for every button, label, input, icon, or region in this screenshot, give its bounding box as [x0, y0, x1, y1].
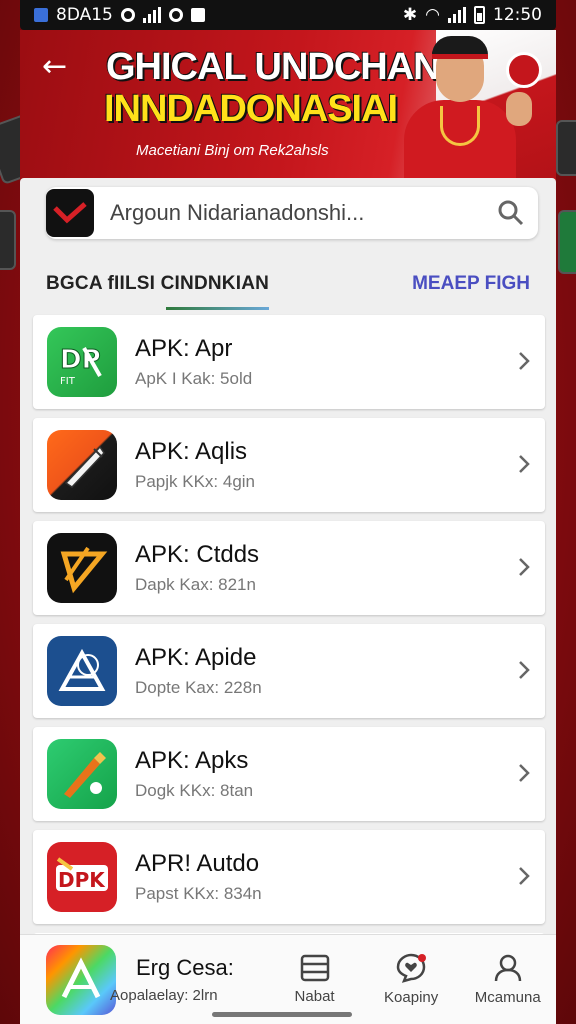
chevron-right-icon: [519, 764, 530, 782]
banner-title-line2: INNDADONASIAI: [104, 88, 398, 130]
dpk-app-icon: DPK: [47, 842, 117, 912]
svg-text:FIT: FIT: [60, 376, 76, 387]
main-panel: BGCA fIILSI CINDNKIAN MEAEP FIGH DPFIT A…: [20, 178, 556, 1024]
app-logo-icon: [46, 189, 94, 237]
wifi-icon: ◠: [425, 5, 440, 25]
list-item[interactable]: APK: Ctdds Dapk Kax: 821n: [33, 521, 545, 615]
record-icon: [168, 8, 183, 22]
featured-app-title: Erg Cesa:: [136, 955, 234, 980]
nav-label: Koapiny: [384, 989, 439, 1006]
search-input[interactable]: [110, 193, 496, 233]
tab-section-title[interactable]: BGCA fIILSI CINDNKIAN: [46, 254, 270, 314]
banner-subtitle: Macetiani Binj om Rek2ahsls: [136, 142, 329, 159]
chevron-right-icon: [519, 867, 530, 885]
mascot-person-image: [396, 36, 532, 180]
app-subtitle: ApK I Kak: 5old: [135, 369, 253, 388]
chevron-right-icon: [519, 661, 530, 679]
brush-app-icon: [47, 739, 117, 809]
nav-label: Nabat: [294, 988, 335, 1005]
promo-banner: ← GHICAL UNDCHAN INNDADONASIAI Macetiani…: [20, 30, 556, 180]
list-item[interactable]: APK: Aqlis Papjk KKx: 4gin: [33, 418, 545, 512]
app-subtitle: Dogk KKx: 8tan: [135, 781, 254, 800]
nav-label: Mcamuna: [474, 989, 541, 1006]
app-subtitle: Papst KKx: 834n: [135, 884, 262, 903]
chevron-right-icon: [519, 455, 530, 473]
app-subtitle: Dapk Kax: 821n: [135, 575, 256, 594]
nav-item-mcamuna[interactable]: Mcamuna: [459, 953, 556, 1006]
rainbow-app-icon: [46, 944, 116, 1015]
banner-title-line1: GHICAL UNDCHAN: [106, 46, 441, 88]
app-title: APK: Ctdds: [135, 541, 260, 568]
nav-item-koapiny[interactable]: Koapiny: [363, 953, 460, 1006]
bluetooth-icon: ✱: [402, 5, 418, 25]
app-title: APR! Autdo: [135, 850, 260, 877]
list-item[interactable]: APK: Apks Dogk KKx: 8tan: [33, 727, 545, 821]
svg-text:DP: DP: [60, 345, 101, 375]
app-list: DP FIT APK: Apr ApK I Kak: 5old APK: Aqli…: [33, 315, 545, 943]
list-item[interactable]: APK: Apide Dopte Kax: 228n: [33, 624, 545, 718]
app-subtitle: Dopte Kax: 228n: [135, 678, 262, 697]
image-icon: [190, 8, 205, 22]
chevron-right-icon: [519, 558, 530, 576]
list-item[interactable]: DPK APR! Autdo Papst KKx: 834n: [33, 830, 545, 924]
app-title: APK: Aqlis: [135, 438, 248, 465]
list-icon: [300, 954, 329, 982]
nav-item-nabat[interactable]: Nabat: [266, 954, 363, 1005]
app-subtitle: Papjk KKx: 4gin: [135, 472, 256, 491]
bottom-nav: Erg Cesa: Aopalaelay: 2lrn Nabat Koapiny…: [20, 934, 556, 1024]
back-arrow-icon[interactable]: ←: [42, 52, 72, 82]
globe-app-icon: [47, 636, 117, 706]
search-icon[interactable]: [496, 198, 526, 228]
section-tabs: BGCA fIILSI CINDNKIAN MEAEP FIGH: [46, 254, 530, 314]
decorative-phone-right-2: [558, 210, 576, 274]
decorative-phone-left-2: [0, 210, 16, 270]
app-title: APK: Apide: [135, 644, 257, 671]
notification-icon: [34, 8, 48, 22]
signal-icon: [142, 7, 161, 23]
banner-badge-icon: [506, 52, 542, 88]
cell-signal-icon: [448, 7, 466, 23]
status-time: 12:50: [493, 5, 542, 25]
battery-icon: [474, 6, 485, 24]
featured-app-subtitle: Aopalaelay: 2lrn: [110, 987, 218, 1004]
featured-app-button[interactable]: Erg Cesa: Aopalaelay: 2lrn: [46, 944, 250, 1015]
pen-app-icon: [47, 430, 117, 500]
app-title: APK: Apr: [135, 335, 233, 362]
status-left-text: 8DA15: [56, 5, 113, 25]
decorative-phone-right: [556, 120, 576, 176]
app-title: APK: Apks: [135, 747, 249, 774]
svg-text:DPK: DPK: [58, 868, 106, 892]
home-indicator[interactable]: [212, 1012, 352, 1017]
chat-heart-icon: [396, 953, 427, 983]
tab-more-link[interactable]: MEAEP FIGH: [412, 273, 530, 295]
status-bar: 8DA15 ✱ ◠ 12:50: [20, 0, 556, 30]
sync-icon: [120, 8, 135, 22]
triangle-app-icon: [47, 533, 117, 603]
search-bar[interactable]: [46, 187, 538, 239]
list-item[interactable]: DP FIT APK: Apr ApK I Kak: 5old: [33, 315, 545, 409]
profile-icon: [494, 954, 521, 982]
chevron-right-icon: [519, 352, 530, 370]
dp-app-icon: DP FIT: [47, 327, 117, 397]
